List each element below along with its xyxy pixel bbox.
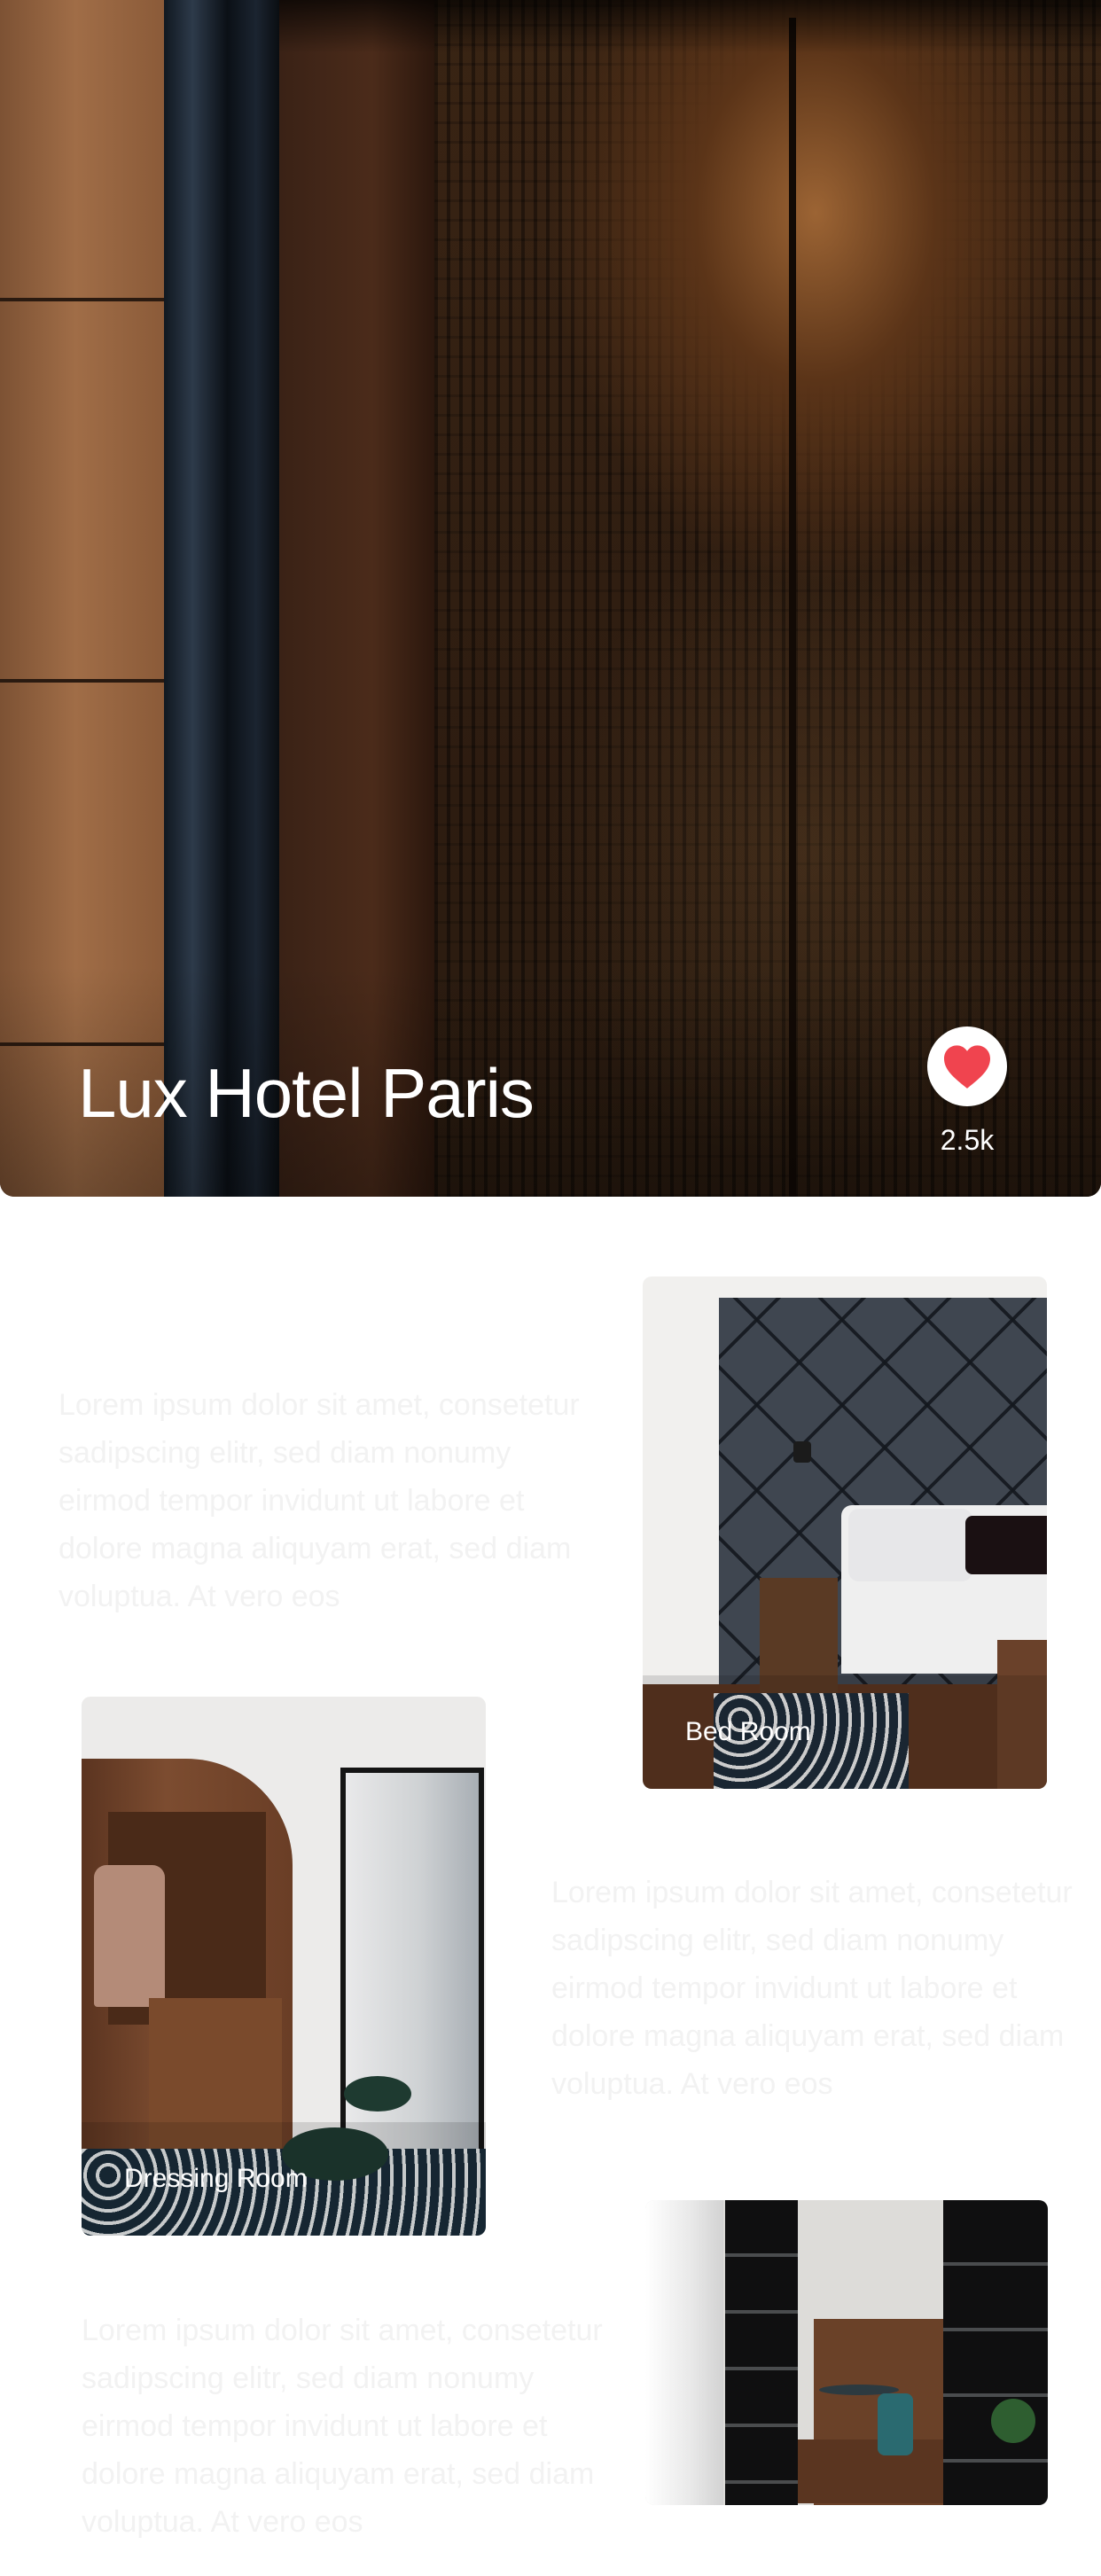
- plant: [991, 2399, 1035, 2443]
- top-shadow: [279, 0, 1101, 53]
- room-card-living[interactable]: [645, 2200, 1048, 2505]
- room-label: Bed Room: [643, 1675, 1047, 1789]
- room-card-bed-room[interactable]: Bed Room: [643, 1276, 1047, 1789]
- curtain: [645, 2200, 723, 2505]
- floor: [798, 2439, 943, 2503]
- description-paragraph: Lorem ipsum dolor sit amet, consetetur s…: [59, 1388, 580, 1613]
- heart-icon: [944, 1045, 990, 1089]
- panel-seam: [0, 298, 168, 301]
- coat: [94, 1865, 165, 2007]
- glass-door: [943, 2200, 1048, 2505]
- glass-door: [725, 2200, 798, 2505]
- panel-seam: [0, 679, 168, 683]
- like-count: 2.5k: [940, 1124, 995, 1156]
- description-paragraph: Lorem ipsum dolor sit amet, consetetur s…: [551, 1876, 1073, 2101]
- pillow: [848, 1509, 972, 1581]
- hotel-title: Lux Hotel Paris: [78, 1054, 535, 1132]
- room-label: Dressing Room: [82, 2122, 486, 2236]
- chair: [878, 2393, 913, 2455]
- lamp-icon: [793, 1441, 811, 1463]
- stool: [344, 2076, 411, 2112]
- hero-banner: Lux Hotel Paris 2.5k: [0, 0, 1101, 1197]
- pillow: [965, 1516, 1047, 1574]
- room-card-dressing-room[interactable]: Dressing Room: [82, 1697, 486, 2236]
- description-paragraph: Lorem ipsum dolor sit amet, consetetur s…: [82, 2314, 603, 2539]
- like-button[interactable]: [927, 1026, 1007, 1106]
